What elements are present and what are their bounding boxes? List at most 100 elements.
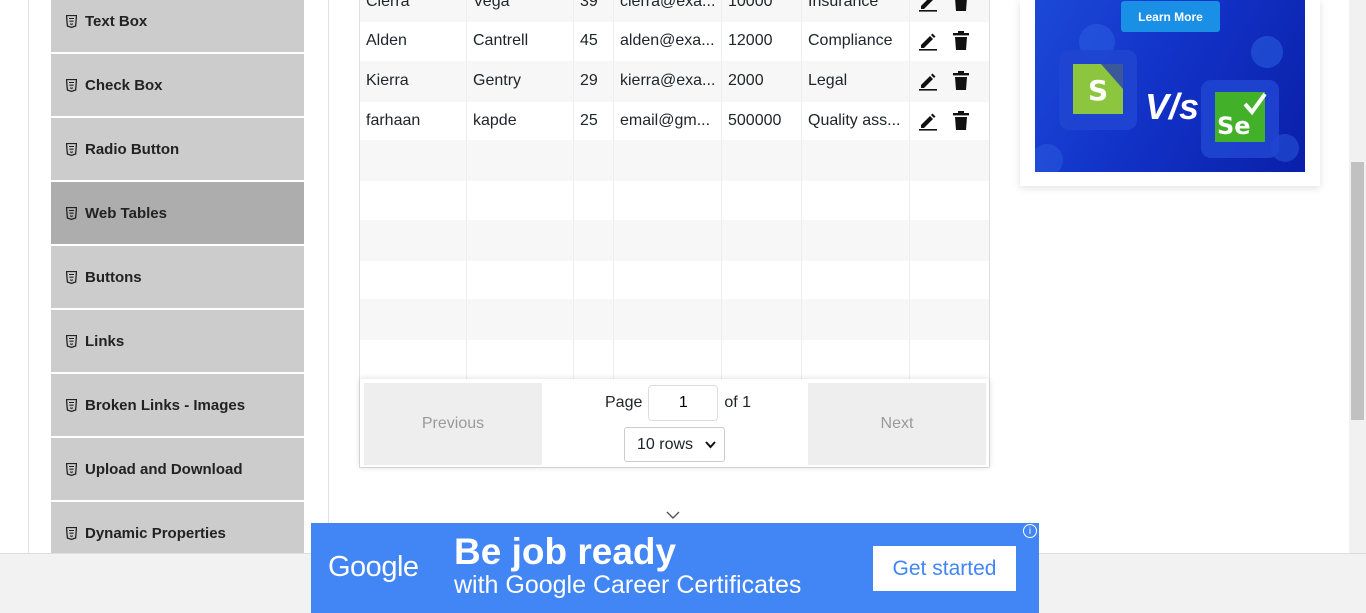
- rows-per-page-value: 10 rows: [637, 435, 694, 453]
- google-logo: Google: [328, 551, 419, 583]
- table-row: Alden Cantrell 45 alden@exa... 12000 Complian…: [360, 20, 989, 62]
- rows-per-page-select[interactable]: 10 rows: [624, 427, 725, 462]
- page-number-input[interactable]: [648, 385, 719, 421]
- sidebar-item-label: Dynamic Properties: [85, 524, 226, 542]
- actions-cell: [910, 21, 989, 62]
- actions-cell: [910, 220, 989, 261]
- sidebar-item-text-box[interactable]: Text Box: [51, 0, 304, 52]
- first-name-cell: Kierra: [360, 60, 467, 102]
- sidebar-item-check-box[interactable]: Check Box: [51, 54, 304, 116]
- department-cell: [802, 180, 910, 221]
- ad-image[interactable]: S Se Learn More V/s: [1035, 0, 1305, 172]
- sidebar-right-border: [328, 0, 329, 553]
- next-button[interactable]: Next: [808, 383, 986, 465]
- edit-icon[interactable]: [918, 31, 938, 51]
- salary-cell: 10000: [722, 0, 802, 22]
- last-name-cell: [467, 259, 574, 301]
- table-row: Cierra Vega 39 cierra@exa... 10000 Insurance: [360, 0, 989, 22]
- html5-icon: [65, 270, 77, 284]
- sidebar-item-web-tables[interactable]: Web Tables: [51, 182, 304, 244]
- first-name-cell: [360, 180, 467, 221]
- sidebar-left-border: [28, 0, 29, 553]
- sidebar-item-label: Web Tables: [85, 204, 167, 222]
- salary-cell: 500000: [722, 100, 802, 142]
- ad-subline: with Google Career Certificates: [454, 571, 802, 599]
- department-cell: [802, 219, 910, 261]
- email-cell: [614, 259, 722, 301]
- age-cell: 39: [574, 0, 614, 22]
- html5-icon: [65, 142, 77, 156]
- ad-headline: Be job ready: [454, 531, 677, 572]
- page-label: Page: [605, 394, 643, 411]
- html5-icon: [65, 462, 77, 476]
- page-scrollbar[interactable]: [1349, 0, 1366, 553]
- last-name-cell: Vega: [467, 0, 574, 22]
- svg-text:S: S: [1088, 74, 1108, 107]
- table-row-empty: [360, 339, 989, 381]
- edit-icon[interactable]: [918, 111, 938, 131]
- first-name-cell: Alden: [360, 20, 467, 62]
- sidebar-item-radio-button[interactable]: Radio Button: [51, 118, 304, 180]
- salary-cell: 2000: [722, 60, 802, 102]
- delete-icon[interactable]: [952, 110, 970, 131]
- last-name-cell: [467, 299, 574, 341]
- table-row: Kierra Gentry 29 kierra@exa... 2000 Legal: [360, 60, 989, 102]
- actions-cell: [910, 140, 989, 181]
- sidebar-item-broken-links-images[interactable]: Broken Links - Images: [51, 374, 304, 436]
- actions-cell: [910, 299, 989, 340]
- department-cell: [802, 339, 910, 381]
- actions-cell: [910, 260, 989, 301]
- edit-icon[interactable]: [918, 0, 938, 12]
- first-name-cell: [360, 299, 467, 341]
- email-cell: [614, 140, 722, 182]
- html5-icon: [65, 526, 77, 540]
- age-cell: [574, 140, 614, 182]
- age-cell: [574, 219, 614, 261]
- delete-icon[interactable]: [952, 0, 970, 12]
- sidebar-menu: Text Box Check Box Radio Button Web Tables B…: [51, 0, 304, 566]
- page-indicator: Page of 1: [605, 385, 751, 421]
- email-cell: email@gm...: [614, 100, 722, 142]
- table-row-empty: [360, 299, 989, 341]
- table-row-empty: [360, 180, 989, 221]
- last-name-cell: [467, 219, 574, 261]
- edit-icon[interactable]: [918, 71, 938, 91]
- last-name-cell: Cantrell: [467, 20, 574, 62]
- salary-cell: [722, 219, 802, 261]
- department-cell: [802, 140, 910, 182]
- last-name-cell: [467, 339, 574, 381]
- salary-cell: [722, 140, 802, 182]
- sidebar-item-upload-and-download[interactable]: Upload and Download: [51, 438, 304, 500]
- html5-icon: [65, 14, 77, 28]
- chevron-down-icon: [705, 440, 716, 448]
- ad-banner-right[interactable]: S Se Learn More V/s: [1020, 0, 1320, 186]
- department-cell: Compliance: [802, 20, 910, 62]
- ad-banner-bottom[interactable]: Google Be job ready with Google Career C…: [311, 523, 1039, 613]
- table-row-empty: [360, 140, 989, 182]
- age-cell: [574, 299, 614, 341]
- scrollbar-thumb[interactable]: [1351, 162, 1364, 420]
- ad-info-icon[interactable]: i: [1023, 524, 1037, 538]
- chevron-down-icon[interactable]: [666, 510, 680, 520]
- previous-button[interactable]: Previous: [364, 383, 542, 465]
- delete-icon[interactable]: [952, 71, 970, 91]
- delete-icon[interactable]: [952, 31, 970, 51]
- salary-cell: [722, 180, 802, 221]
- email-cell: kierra@exa...: [614, 60, 722, 102]
- sidebar-item-label: Check Box: [85, 76, 163, 94]
- first-name-cell: [360, 219, 467, 261]
- sidebar-item-label: Text Box: [85, 12, 148, 30]
- last-name-cell: kapde: [467, 100, 574, 142]
- department-cell: [802, 299, 910, 341]
- age-cell: 45: [574, 20, 614, 62]
- first-name-cell: [360, 339, 467, 381]
- table-row-empty: [360, 219, 989, 261]
- email-cell: [614, 219, 722, 261]
- learn-more-button[interactable]: Learn More: [1121, 1, 1220, 32]
- sidebar-item-links[interactable]: Links: [51, 310, 304, 372]
- email-cell: [614, 299, 722, 341]
- age-cell: [574, 259, 614, 301]
- get-started-button[interactable]: Get started: [873, 546, 1016, 591]
- sidebar-item-buttons[interactable]: Buttons: [51, 246, 304, 308]
- salary-cell: [722, 259, 802, 301]
